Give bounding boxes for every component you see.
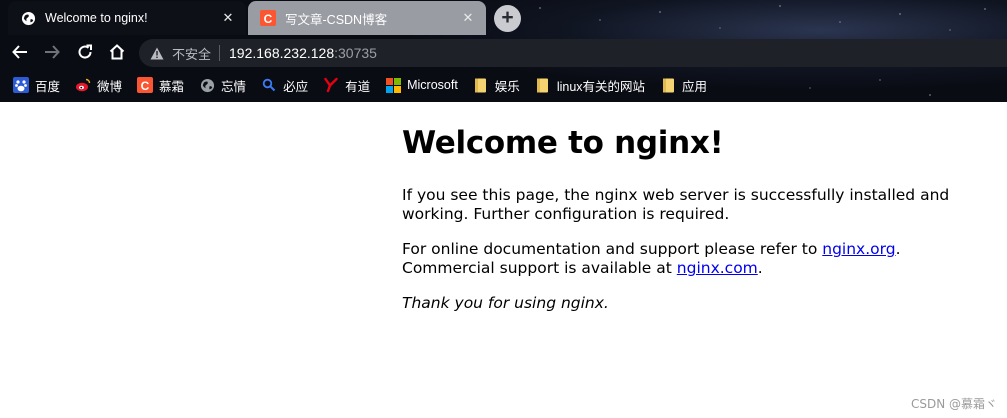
csdn-watermark: CSDN @慕霜ヾ [910,397,997,411]
install-message: If you see this page, the nginx web serv… [402,186,950,223]
tab-title: 写文章-CSDN博客 [285,12,388,27]
bookmark-wangqing[interactable]: 忘情 [193,73,252,97]
thanks-text: Thank you for using nginx. [402,294,609,312]
bookmark-folder-apps[interactable]: 应用 [654,73,713,97]
close-icon[interactable]: ✕ [220,10,236,26]
weibo-icon [75,77,91,93]
bookmark-bing[interactable]: 必应 [255,73,314,97]
bookmark-label: 必应 [283,79,309,94]
toolbar: 不安全 192.168.232.128 :30735 [0,36,1007,68]
browser-chrome: Welcome to nginx! ✕ C 写文章-CSDN博客 ✕ + 不安全… [0,0,1007,102]
bookmark-label: 忘情 [221,79,247,94]
bookmark-baidu[interactable]: 百度 [7,73,66,97]
warning-triangle-icon[interactable] [150,45,166,61]
csdn-icon: C [137,77,154,93]
bookmark-label: 应用 [682,79,708,94]
support-message: For online documentation and support ple… [402,240,962,278]
bookmark-label: 微博 [97,79,123,94]
thanks-message: Thank you for using nginx. [402,294,962,313]
bookmark-youdao[interactable]: 有道 [317,73,376,97]
home-button[interactable] [105,40,129,64]
tab-title: Welcome to nginx! [45,11,148,25]
bookmark-weibo[interactable]: 微博 [69,73,128,97]
reload-icon [78,44,92,59]
support-text: For online documentation and support ple… [402,240,823,258]
close-icon[interactable]: ✕ [460,10,476,26]
address-bar[interactable]: 不安全 192.168.232.128 :30735 [139,39,1007,67]
tab-strip: Welcome to nginx! ✕ C 写文章-CSDN博客 ✕ + [0,0,1007,36]
nginx-com-link[interactable]: nginx.com [677,259,758,277]
reload-button[interactable] [73,40,97,64]
nginx-org-link[interactable]: nginx.org [822,240,895,258]
divider [219,45,221,61]
tab-csdn-write[interactable]: C 写文章-CSDN博客 ✕ [248,1,486,35]
bookmark-label: linux有关的网站 [556,79,646,94]
bookmark-label: 娱乐 [494,79,520,94]
baidu-icon [13,77,29,93]
csdn-icon: C [260,10,276,26]
folder-icon [660,77,676,93]
bookmark-mushuang[interactable]: C 慕霜 [131,73,190,97]
bookmark-label: 慕霜 [159,79,185,94]
support-text-period: . [895,240,901,258]
back-button[interactable] [8,40,32,64]
forward-button[interactable] [40,40,64,64]
svg-text:C: C [264,12,273,26]
globe-icon [199,77,215,93]
bing-search-icon [261,77,277,93]
globe-icon [20,10,36,26]
folder-icon [535,77,551,93]
microsoft-icon [385,77,401,93]
new-tab-button[interactable]: + [494,5,521,32]
bookmarks-bar: 百度 微博 C 慕霜 忘情 必应 有道 Microsoft 娱乐 linux有关… [0,70,1007,100]
security-status[interactable]: 不安全 [172,44,211,63]
commercial-text: Commercial support is available at [402,259,677,277]
bookmark-folder-linux[interactable]: linux有关的网站 [529,73,651,97]
arrow-right-icon [45,45,60,59]
commercial-text-period: . [757,259,763,277]
bookmark-folder-yule[interactable]: 娱乐 [467,73,526,97]
folder-icon [473,77,489,93]
bookmark-label: Microsoft [407,78,458,92]
tab-nginx-welcome[interactable]: Welcome to nginx! ✕ [8,1,246,35]
page-title: Welcome to nginx! [402,125,724,161]
arrow-left-icon [12,45,27,59]
svg-text:C: C [141,79,150,93]
home-icon [109,44,125,60]
url-host: 192.168.232.128 [229,45,335,61]
page-content: Welcome to nginx! If you see this page, … [402,103,962,329]
bookmark-label: 百度 [35,79,61,94]
bookmark-label: 有道 [345,79,371,94]
url-port: :30735 [334,45,377,61]
youdao-icon [323,77,339,93]
bookmark-microsoft[interactable]: Microsoft [379,73,464,97]
